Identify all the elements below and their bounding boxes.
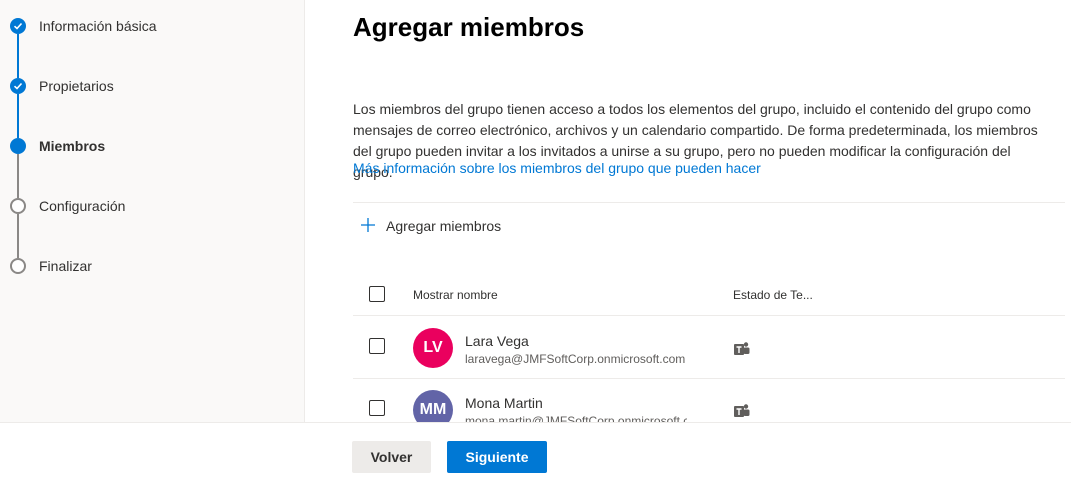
footer-bar: Volver Siguiente xyxy=(0,422,1071,477)
step-label: Propietarios xyxy=(39,78,114,94)
column-header-display-name[interactable]: Mostrar nombre xyxy=(413,288,498,302)
member-email: mona.martin@JMFSoftCorp.onmicrosoft.c xyxy=(465,414,687,422)
step-label: Información básica xyxy=(39,18,157,34)
step-settings[interactable]: Configuración xyxy=(10,196,125,216)
plus-icon xyxy=(360,216,376,236)
table-header: Mostrar nombre Estado de Te... xyxy=(353,276,1065,316)
table-row[interactable]: LV Lara Vega laravega@JMFSoftCorp.onmicr… xyxy=(353,317,1065,379)
select-all-checkbox[interactable] xyxy=(369,286,385,302)
member-name: Mona Martin xyxy=(465,395,543,411)
pending-step-icon xyxy=(10,198,26,214)
avatar: LV xyxy=(413,328,453,368)
row-checkbox[interactable] xyxy=(369,338,385,354)
avatar-initials: LV xyxy=(423,339,443,356)
step-connector xyxy=(17,34,19,78)
step-label: Finalizar xyxy=(39,258,92,274)
column-header-teams-status[interactable]: Estado de Te... xyxy=(733,288,813,302)
avatar-initials: MM xyxy=(419,401,447,418)
add-members-button[interactable]: Agregar miembros xyxy=(360,214,501,238)
check-icon xyxy=(10,78,26,94)
step-label: Miembros xyxy=(39,138,106,154)
pending-step-icon xyxy=(10,258,26,274)
learn-more-link[interactable]: Más información sobre los miembros del g… xyxy=(353,160,761,176)
next-button[interactable]: Siguiente xyxy=(447,441,547,473)
step-connector xyxy=(17,94,19,138)
step-connector xyxy=(17,154,19,198)
divider xyxy=(353,202,1065,203)
avatar: MM xyxy=(413,390,453,422)
step-finish[interactable]: Finalizar xyxy=(10,256,92,276)
main-content: Agregar miembros Los miembros del grupo … xyxy=(305,0,1071,422)
table-row[interactable]: MM Mona Martin mona.martin@JMFSoftCorp.o… xyxy=(353,379,1065,422)
add-members-label: Agregar miembros xyxy=(386,218,502,234)
row-checkbox[interactable] xyxy=(369,400,385,416)
wizard-stepper: Información básica Propietarios Miembros… xyxy=(0,0,305,422)
back-button[interactable]: Volver xyxy=(352,441,431,473)
step-owners[interactable]: Propietarios xyxy=(10,76,114,96)
check-icon xyxy=(10,18,26,34)
step-connector xyxy=(17,214,19,258)
step-members[interactable]: Miembros xyxy=(10,136,105,156)
page-title: Agregar miembros xyxy=(353,12,585,42)
teams-icon xyxy=(734,404,750,417)
current-step-icon xyxy=(10,138,26,154)
step-basic-info[interactable]: Información básica xyxy=(10,16,157,36)
teams-icon xyxy=(734,342,750,355)
step-label: Configuración xyxy=(39,198,126,214)
member-name: Lara Vega xyxy=(465,333,529,349)
member-email: laravega@JMFSoftCorp.onmicrosoft.com xyxy=(465,352,686,366)
